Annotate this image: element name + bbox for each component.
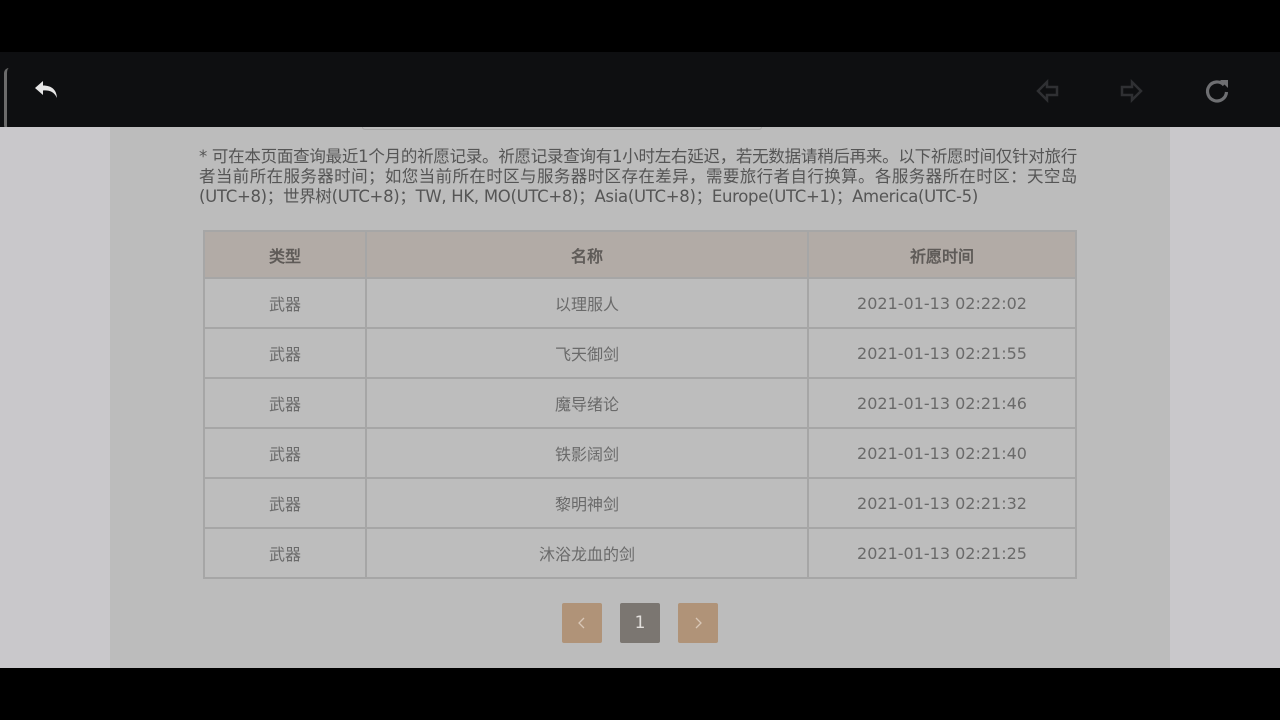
chevron-left-icon bbox=[578, 617, 585, 629]
cell-name: 魔导绪论 bbox=[365, 377, 809, 429]
table-row: 武器 以理服人 2021-01-13 02:22:02 bbox=[203, 277, 1077, 329]
cell-time: 2021-01-13 02:21:25 bbox=[807, 527, 1077, 579]
cell-time: 2021-01-13 02:22:02 bbox=[807, 277, 1077, 329]
pool-type-select[interactable] bbox=[362, 127, 762, 130]
table-row: 武器 飞天御剑 2021-01-13 02:21:55 bbox=[203, 327, 1077, 379]
cell-name: 黎明神剑 bbox=[365, 477, 809, 529]
record-panel: * 可在本页面查询最近1个月的祈愿记录。祈愿记录查询有1小时左右延迟，若无数据请… bbox=[110, 127, 1170, 668]
cell-type: 武器 bbox=[203, 277, 367, 329]
cell-type: 武器 bbox=[203, 327, 367, 379]
cell-type: 武器 bbox=[203, 377, 367, 429]
cell-type: 武器 bbox=[203, 527, 367, 579]
bottom-bar bbox=[0, 668, 1280, 720]
cell-type: 武器 bbox=[203, 427, 367, 479]
pagination: 1 bbox=[562, 603, 718, 643]
back-arrow-icon[interactable] bbox=[29, 73, 65, 109]
side-drawer-handle[interactable] bbox=[4, 68, 9, 130]
cell-time: 2021-01-13 02:21:40 bbox=[807, 427, 1077, 479]
table-header-row: 类型 名称 祈愿时间 bbox=[203, 230, 1077, 279]
cell-time: 2021-01-13 02:21:55 bbox=[807, 327, 1077, 379]
web-page: * 可在本页面查询最近1个月的祈愿记录。祈愿记录查询有1小时左右延迟，若无数据请… bbox=[0, 127, 1280, 668]
cell-name: 飞天御剑 bbox=[365, 327, 809, 379]
cell-name: 以理服人 bbox=[365, 277, 809, 329]
cell-time: 2021-01-13 02:21:32 bbox=[807, 477, 1077, 529]
table-row: 武器 沐浴龙血的剑 2021-01-13 02:21:25 bbox=[203, 527, 1077, 579]
header-type: 类型 bbox=[203, 230, 367, 279]
table-row: 武器 铁影阔剑 2021-01-13 02:21:40 bbox=[203, 427, 1077, 479]
chevron-right-icon bbox=[695, 617, 702, 629]
page-number-button[interactable]: 1 bbox=[620, 603, 660, 643]
next-page-button[interactable] bbox=[678, 603, 718, 643]
nav-back-icon[interactable] bbox=[1030, 73, 1066, 109]
wish-history-table: 类型 名称 祈愿时间 武器 以理服人 2021-01-13 02:22:02 武… bbox=[203, 230, 1077, 579]
cell-name: 沐浴龙血的剑 bbox=[365, 527, 809, 579]
cell-type: 武器 bbox=[203, 477, 367, 529]
header-time: 祈愿时间 bbox=[807, 230, 1077, 279]
browser-toolbar bbox=[0, 52, 1280, 127]
cell-time: 2021-01-13 02:21:46 bbox=[807, 377, 1077, 429]
header-name: 名称 bbox=[365, 230, 809, 279]
refresh-icon[interactable] bbox=[1199, 73, 1235, 109]
table-row: 武器 魔导绪论 2021-01-13 02:21:46 bbox=[203, 377, 1077, 429]
notice-text: * 可在本页面查询最近1个月的祈愿记录。祈愿记录查询有1小时左右延迟，若无数据请… bbox=[199, 147, 1077, 206]
prev-page-button[interactable] bbox=[562, 603, 602, 643]
table-row: 武器 黎明神剑 2021-01-13 02:21:32 bbox=[203, 477, 1077, 529]
nav-forward-icon[interactable] bbox=[1113, 73, 1149, 109]
cell-name: 铁影阔剑 bbox=[365, 427, 809, 479]
